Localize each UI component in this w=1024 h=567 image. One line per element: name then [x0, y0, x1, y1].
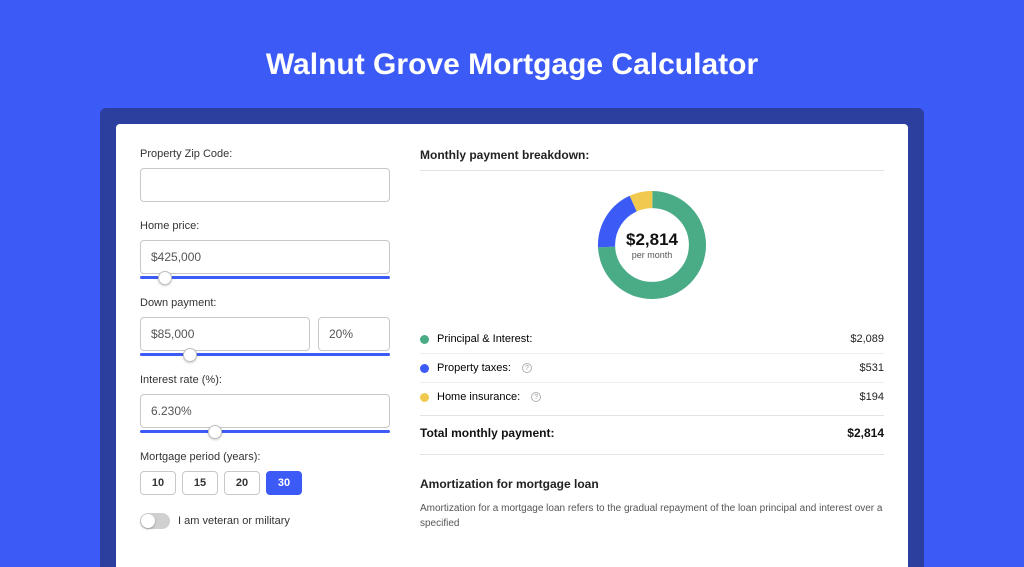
- total-value: $2,814: [847, 426, 884, 440]
- donut-unit: per month: [632, 250, 673, 260]
- zip-input[interactable]: [140, 168, 390, 202]
- info-icon[interactable]: ?: [522, 363, 532, 373]
- legend-label: Property taxes:: [437, 362, 511, 374]
- price-field: Home price:: [140, 220, 390, 279]
- legend-value: $194: [860, 391, 884, 403]
- legend-row: Principal & Interest: $2,089: [420, 325, 884, 354]
- rate-input[interactable]: [140, 394, 390, 428]
- period-btn-30[interactable]: 30: [266, 471, 302, 495]
- info-icon[interactable]: ?: [531, 392, 541, 402]
- legend-row: Home insurance:? $194: [420, 383, 884, 411]
- down-amount-input[interactable]: [140, 317, 310, 351]
- period-btn-20[interactable]: 20: [224, 471, 260, 495]
- price-label: Home price:: [140, 220, 390, 232]
- zip-field: Property Zip Code:: [140, 148, 390, 202]
- card-outer: Property Zip Code: Home price: Down paym…: [100, 108, 924, 567]
- legend-dot: [420, 364, 429, 373]
- amortization-text: Amortization for a mortgage loan refers …: [420, 501, 884, 531]
- amortization-title: Amortization for mortgage loan: [420, 477, 884, 491]
- donut-value: $2,814: [626, 230, 678, 250]
- donut-center: $2,814 per month: [592, 185, 712, 305]
- breakdown-title: Monthly payment breakdown:: [420, 148, 884, 171]
- down-percent-input[interactable]: [318, 317, 390, 351]
- period-field: Mortgage period (years): 10152030: [140, 451, 390, 495]
- rate-field: Interest rate (%):: [140, 374, 390, 433]
- period-btn-10[interactable]: 10: [140, 471, 176, 495]
- period-segmented: 10152030: [140, 471, 390, 495]
- price-slider-thumb[interactable]: [158, 271, 172, 285]
- donut-chart-wrap: $2,814 per month: [420, 185, 884, 305]
- legend-label: Home insurance:: [437, 391, 520, 403]
- toggle-knob: [141, 514, 155, 528]
- breakdown-column: Monthly payment breakdown: $2,814 per mo…: [420, 148, 884, 543]
- total-row: Total monthly payment: $2,814: [420, 415, 884, 455]
- total-label: Total monthly payment:: [420, 426, 554, 440]
- period-btn-15[interactable]: 15: [182, 471, 218, 495]
- legend-dot: [420, 393, 429, 402]
- legend-list: Principal & Interest: $2,089 Property taxe…: [420, 325, 884, 411]
- rate-label: Interest rate (%):: [140, 374, 390, 386]
- veteran-toggle[interactable]: [140, 513, 170, 529]
- legend-row: Property taxes:? $531: [420, 354, 884, 383]
- page-title: Walnut Grove Mortgage Calculator: [100, 48, 924, 82]
- rate-slider[interactable]: [140, 430, 390, 433]
- down-payment-field: Down payment:: [140, 297, 390, 356]
- down-slider[interactable]: [140, 353, 390, 356]
- donut-chart: $2,814 per month: [592, 185, 712, 305]
- legend-label: Principal & Interest:: [437, 333, 532, 345]
- veteran-label: I am veteran or military: [178, 515, 290, 527]
- legend-value: $531: [860, 362, 884, 374]
- rate-slider-thumb[interactable]: [208, 425, 222, 439]
- form-column: Property Zip Code: Home price: Down paym…: [140, 148, 390, 543]
- price-slider[interactable]: [140, 276, 390, 279]
- amortization-section: Amortization for mortgage loan Amortizat…: [420, 477, 884, 531]
- calculator-card: Property Zip Code: Home price: Down paym…: [116, 124, 908, 567]
- legend-dot: [420, 335, 429, 344]
- veteran-row: I am veteran or military: [140, 513, 390, 529]
- down-slider-thumb[interactable]: [183, 348, 197, 362]
- legend-value: $2,089: [850, 333, 884, 345]
- zip-label: Property Zip Code:: [140, 148, 390, 160]
- period-label: Mortgage period (years):: [140, 451, 390, 463]
- price-input[interactable]: [140, 240, 390, 274]
- down-label: Down payment:: [140, 297, 390, 309]
